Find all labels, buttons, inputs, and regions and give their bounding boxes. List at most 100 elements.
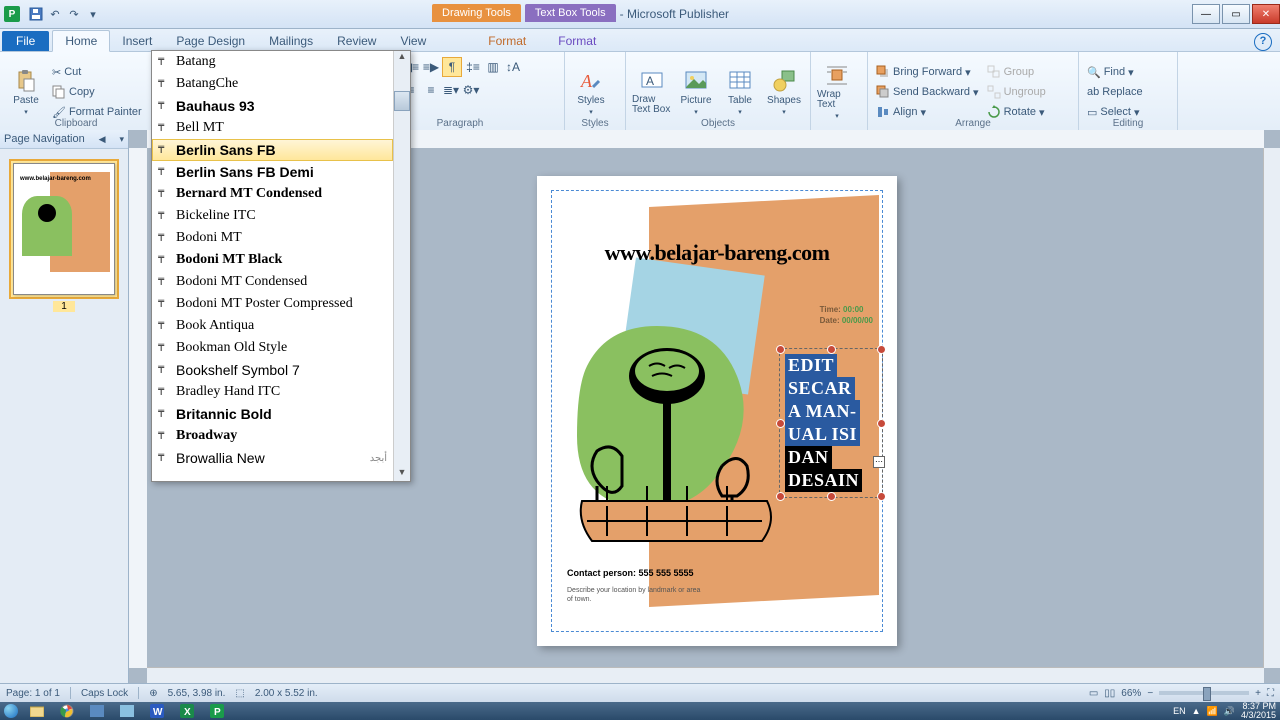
tab-view[interactable]: View xyxy=(388,31,438,51)
font-option[interactable]: ₸Berlin Sans FB Demi xyxy=(152,161,393,183)
font-option[interactable]: ₸Bodoni MT xyxy=(152,227,393,249)
tab-insert[interactable]: Insert xyxy=(110,31,164,51)
scroll-thumb[interactable] xyxy=(394,91,410,111)
flyer-time-date[interactable]: Time: 00:00 Date: 00/00/00 xyxy=(820,304,873,326)
font-scrollbar[interactable]: ▲ ▼ xyxy=(393,51,410,481)
save-icon[interactable] xyxy=(28,6,44,22)
cut-button[interactable]: ✂Cut xyxy=(50,63,144,81)
font-option[interactable]: ₸Browallia Newأبجد xyxy=(152,447,393,469)
collapse-icon[interactable]: ◀ xyxy=(99,134,106,145)
taskbar-excel[interactable]: X xyxy=(172,702,202,720)
qat-dropdown-icon[interactable]: ▾ xyxy=(85,6,101,22)
font-option[interactable]: ₸Bell MT xyxy=(152,117,393,139)
context-tab-drawing[interactable]: Drawing Tools xyxy=(432,2,521,22)
font-list[interactable]: ₸Batang₸BatangChe₸Bauhaus 93₸Bell MT₸Ber… xyxy=(152,51,393,481)
flyer-desc-text[interactable]: Describe your location by landmark or ar… xyxy=(567,586,707,604)
font-option[interactable]: ₸Bradley Hand ITC xyxy=(152,381,393,403)
font-option[interactable]: ₸Bickeline ITC xyxy=(152,205,393,227)
font-option[interactable]: ₸Britannic Bold xyxy=(152,403,393,425)
status-zoom[interactable]: 66% xyxy=(1121,688,1141,699)
page[interactable]: www.belajar-bareng.com Time: 00:00 xyxy=(537,176,897,646)
status-page[interactable]: Page: 1 of 1 xyxy=(6,688,60,699)
paragraph-settings-icon[interactable]: ⚙▾ xyxy=(462,81,480,99)
redo-icon[interactable]: ↷ xyxy=(66,6,82,22)
taskbar-app2[interactable] xyxy=(112,702,142,720)
maximize-button[interactable]: ▭ xyxy=(1222,4,1250,24)
tab-home[interactable]: Home xyxy=(52,30,110,52)
taskbar-explorer[interactable] xyxy=(22,702,52,720)
view-two-icon[interactable]: ▯▯ xyxy=(1104,688,1115,699)
replace-button[interactable]: abReplace xyxy=(1085,83,1145,101)
tab-mailings[interactable]: Mailings xyxy=(257,31,325,51)
horizontal-scrollbar[interactable] xyxy=(147,667,1264,684)
font-option[interactable]: ₸Bookshelf Symbol 7 xyxy=(152,359,393,381)
font-option[interactable]: ₸BatangChe xyxy=(152,73,393,95)
minimize-button[interactable]: — xyxy=(1192,4,1220,24)
font-option[interactable]: ₸Book Antiqua xyxy=(152,315,393,337)
font-option[interactable]: ₸Bauhaus 93 xyxy=(152,95,393,117)
increase-indent-icon[interactable]: ≡▶ xyxy=(422,58,440,76)
taskbar-word[interactable]: W xyxy=(142,702,172,720)
page-thumbnail[interactable]: www.belajar-bareng.com xyxy=(9,159,119,299)
zoom-slider[interactable] xyxy=(1159,691,1249,695)
nav-menu-icon[interactable]: ▾ xyxy=(119,134,124,145)
scroll-up-icon[interactable]: ▲ xyxy=(394,51,410,65)
start-button[interactable] xyxy=(0,702,22,720)
tab-format-textbox[interactable]: Format xyxy=(546,31,608,51)
taskbar-clock[interactable]: 8:37 PM4/3/2015 xyxy=(1241,702,1276,720)
wrap-text-button[interactable]: Wrap Text▾ xyxy=(817,54,857,130)
tray-icon[interactable]: ▲ xyxy=(1192,706,1201,716)
font-option[interactable]: ₸Batang xyxy=(152,51,393,73)
zoom-slider-handle[interactable] xyxy=(1203,687,1211,701)
taskbar-app1[interactable] xyxy=(82,702,112,720)
send-backward-button[interactable]: Send Backward ▾ xyxy=(874,83,981,101)
distribute-icon[interactable]: ≣▾ xyxy=(442,81,460,99)
font-option[interactable]: ₸Bodoni MT Black xyxy=(152,249,393,271)
font-option[interactable]: ₸Berlin Sans FB xyxy=(152,139,393,161)
help-icon[interactable]: ? xyxy=(1254,33,1272,51)
font-option[interactable]: ₸Broadway xyxy=(152,425,393,447)
flyer-contact-text[interactable]: Contact person: 555 555 5555 xyxy=(567,568,694,578)
vertical-ruler[interactable] xyxy=(129,148,148,668)
zoom-in-button[interactable]: + xyxy=(1255,688,1261,699)
view-single-icon[interactable]: ▭ xyxy=(1089,688,1098,699)
font-option[interactable]: ₸Bookman Old Style xyxy=(152,337,393,359)
justify-icon[interactable]: ≡ xyxy=(422,81,440,99)
taskbar-chrome[interactable] xyxy=(52,702,82,720)
font-option[interactable]: ₸Bodoni MT Poster Compressed xyxy=(152,293,393,315)
context-tab-textbox[interactable]: Text Box Tools xyxy=(525,2,616,22)
undo-icon[interactable]: ↶ xyxy=(47,6,63,22)
flyer-url-text[interactable]: www.belajar-bareng.com xyxy=(537,240,897,266)
handle-sw[interactable] xyxy=(776,492,785,501)
line-spacing-icon[interactable]: ‡≡ xyxy=(464,58,482,76)
taskbar-lang[interactable]: EN xyxy=(1173,706,1186,716)
copy-button[interactable]: Copy xyxy=(50,83,144,101)
handle-n[interactable] xyxy=(827,345,836,354)
file-tab[interactable]: File xyxy=(2,31,49,51)
vertical-scrollbar[interactable] xyxy=(1263,148,1280,668)
handle-ne[interactable] xyxy=(877,345,886,354)
tray-network-icon[interactable]: 📶 xyxy=(1207,706,1218,717)
columns-icon[interactable]: ▥ xyxy=(484,58,502,76)
handle-w[interactable] xyxy=(776,419,785,428)
tab-page-design[interactable]: Page Design xyxy=(164,31,257,51)
tab-review[interactable]: Review xyxy=(325,31,388,51)
handle-se[interactable] xyxy=(877,492,886,501)
zoom-out-button[interactable]: − xyxy=(1147,688,1153,699)
overflow-indicator[interactable]: ⋯ xyxy=(873,456,885,468)
flyer-grill-clipart[interactable] xyxy=(567,306,787,566)
scroll-down-icon[interactable]: ▼ xyxy=(394,467,410,481)
tab-format-drawing[interactable]: Format xyxy=(476,31,538,51)
handle-s[interactable] xyxy=(827,492,836,501)
handle-nw[interactable] xyxy=(776,345,785,354)
font-option[interactable]: ₸Bodoni MT Condensed xyxy=(152,271,393,293)
handle-e[interactable] xyxy=(877,419,886,428)
flyer-selected-textbox[interactable]: EDITSECARA MAN-UAL ISIDANDESAIN ⋯ xyxy=(785,354,877,492)
text-direction-icon[interactable]: ↕A xyxy=(504,58,522,76)
taskbar-publisher[interactable]: P xyxy=(202,702,232,720)
bring-forward-button[interactable]: Bring Forward ▾ xyxy=(874,63,981,81)
tray-volume-icon[interactable]: 🔊 xyxy=(1224,706,1235,717)
zoom-fit-icon[interactable]: ⛶ xyxy=(1267,688,1274,699)
find-button[interactable]: 🔍Find ▾ xyxy=(1085,63,1145,81)
close-button[interactable]: ✕ xyxy=(1252,4,1280,24)
